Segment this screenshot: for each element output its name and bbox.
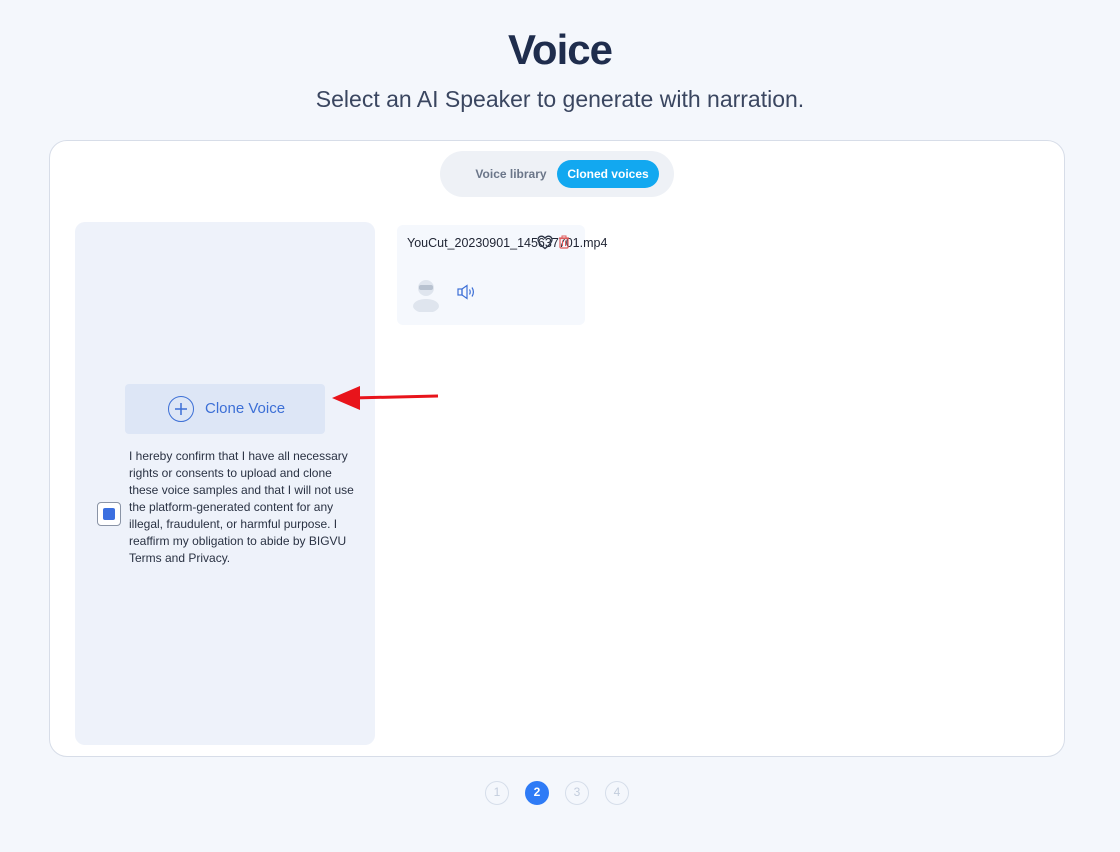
trash-icon[interactable] bbox=[558, 235, 570, 254]
page-title: Voice bbox=[508, 26, 613, 73]
voice-tabs: Voice library Cloned voices bbox=[440, 151, 674, 197]
page-subtitle: Select an AI Speaker to generate with na… bbox=[315, 86, 805, 112]
plus-circle-icon bbox=[168, 396, 194, 422]
clone-voice-panel: Clone Voice I hereby confirm that I have… bbox=[75, 222, 375, 745]
page-4-button[interactable]: 4 bbox=[605, 781, 629, 805]
speaker-icon[interactable] bbox=[457, 284, 477, 305]
voice-card[interactable]: YouCut_20230901_145637701.mp4 bbox=[397, 225, 608, 325]
page-2-button[interactable]: 2 bbox=[525, 781, 549, 805]
clone-voice-label: Clone Voice bbox=[205, 400, 286, 417]
avatar bbox=[410, 276, 442, 317]
tab-voice-library[interactable]: Voice library bbox=[458, 160, 564, 188]
checkbox-checked-mark bbox=[103, 508, 115, 520]
voice-step-page: Voice Select an AI Speaker to generate w… bbox=[0, 0, 1120, 852]
annotation-arrow-icon bbox=[332, 386, 439, 410]
voice-name: YouCut_20230901_145637701.mp4 bbox=[407, 236, 608, 250]
heart-icon[interactable] bbox=[537, 235, 553, 255]
page-1-button[interactable]: 1 bbox=[485, 781, 509, 805]
consent-checkbox[interactable] bbox=[97, 502, 121, 526]
consent-text: I hereby confirm that I have all necessa… bbox=[129, 449, 354, 565]
clone-voice-button[interactable]: Clone Voice bbox=[125, 384, 325, 434]
page-3-button[interactable]: 3 bbox=[565, 781, 589, 805]
voice-selection-card: Voice library Cloned voices Clone Voice … bbox=[49, 140, 1065, 757]
tab-cloned-voices[interactable]: Cloned voices bbox=[557, 160, 659, 188]
